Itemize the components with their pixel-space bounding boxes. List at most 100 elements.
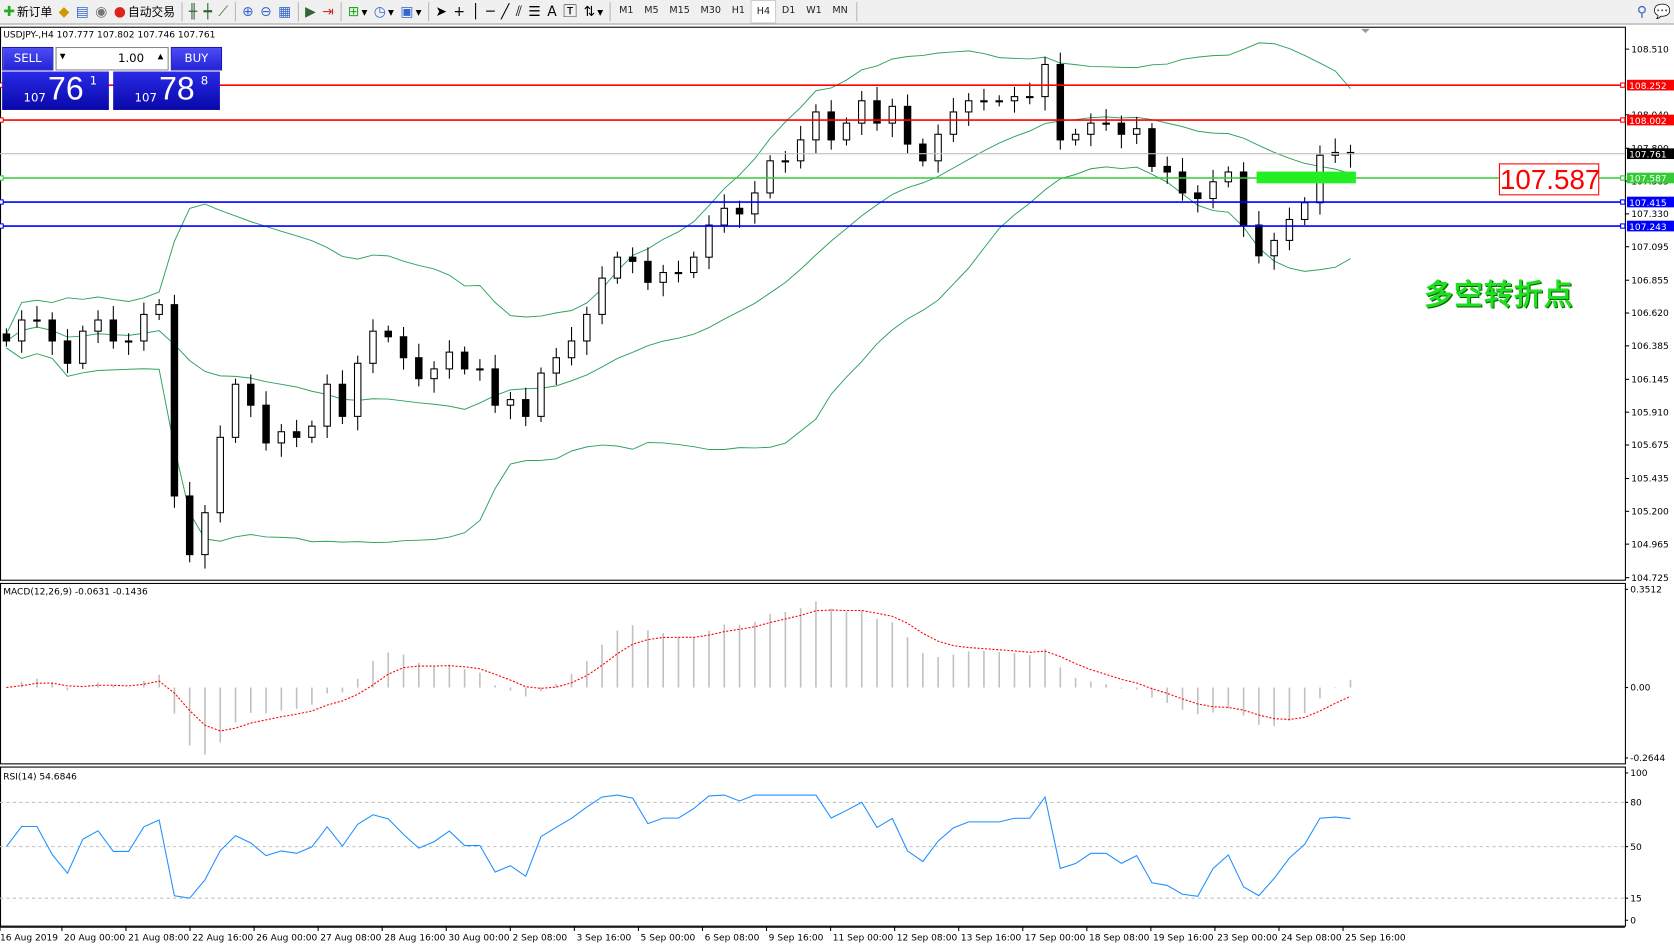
candle-body	[1209, 181, 1217, 200]
candle-body	[1056, 63, 1065, 141]
candlestick-button[interactable]: ┿	[200, 1, 215, 22]
time-label: 11 Sep 00:00	[833, 934, 894, 944]
periods-button[interactable]: ◷ ▾	[371, 1, 398, 22]
time-label: 18 Sep 08:00	[1089, 934, 1150, 944]
metaeditor-button[interactable]: ◆	[55, 1, 72, 22]
candle-body	[277, 431, 286, 444]
candle-body	[1163, 165, 1171, 173]
arrows-button[interactable]: ⇅ ▾	[580, 1, 606, 22]
time-label: 28 Aug 16:00	[384, 934, 445, 944]
line-handle[interactable]	[0, 175, 4, 181]
timeframe-m30[interactable]: M30	[695, 0, 726, 21]
indicators-button[interactable]: ⊞ ▾	[344, 1, 370, 22]
candle-body	[1300, 202, 1309, 221]
line-handle[interactable]	[1620, 117, 1626, 123]
horizontal-line-button[interactable]: ─	[483, 1, 498, 22]
auto-trading-icon: ●	[113, 3, 126, 20]
chart-window[interactable]: 108.510108.040107.800107.565107.330107.0…	[0, 25, 1674, 950]
timeframe-h4[interactable]: H4	[750, 0, 777, 24]
candle-body	[1148, 128, 1156, 167]
timeframe-h1[interactable]: H1	[726, 0, 750, 21]
increase-lot-icon[interactable]: ▲	[158, 52, 164, 61]
diamond-icon: ◆	[58, 3, 70, 20]
candle-body	[353, 362, 362, 417]
chart-shift-marker[interactable]	[1361, 28, 1370, 34]
candle-body	[292, 431, 301, 438]
timeframe-w1[interactable]: W1	[801, 0, 827, 21]
ask-price[interactable]: 107 78 8	[113, 71, 220, 110]
timeframe-m1[interactable]: M1	[614, 0, 639, 21]
bid-price[interactable]: 107 76 1	[2, 71, 109, 110]
candle-body	[1285, 218, 1294, 241]
price-level-label: 108.252	[1629, 82, 1666, 92]
horizontal-line-icon: ─	[486, 3, 495, 20]
text-label-icon: 🅃	[563, 3, 578, 20]
time-label: 5 Sep 00:00	[641, 934, 696, 944]
buy-button[interactable]: BUY	[170, 46, 223, 71]
decrease-lot-icon[interactable]: ▼	[60, 52, 66, 61]
candle-body	[1194, 192, 1202, 200]
price-annotation-label[interactable]: 107.587	[1498, 163, 1600, 196]
turning-zone-rectangle[interactable]	[1256, 171, 1356, 184]
rsi-tick-label: 80	[1630, 799, 1642, 809]
bar-chart-button[interactable]: ╫	[186, 1, 201, 22]
separator	[340, 2, 342, 22]
timeframe-m5[interactable]: M5	[639, 0, 664, 21]
candle-body	[613, 256, 622, 279]
candle-body	[659, 272, 667, 283]
turning-point-annotation[interactable]: 多空转折点	[1424, 271, 1573, 313]
candle-body	[369, 330, 377, 364]
line-handle[interactable]	[0, 199, 4, 205]
fibonacci-button[interactable]: ☰	[525, 1, 544, 22]
timeframe-m15[interactable]: M15	[664, 0, 695, 21]
candle-body	[323, 383, 331, 427]
time-label: 25 Sep 16:00	[1345, 934, 1406, 944]
candle-body	[934, 133, 942, 162]
candle-body	[598, 277, 606, 315]
chart-canvas[interactable]: 108.510108.040107.800107.565107.330107.0…	[0, 25, 1674, 950]
line-handle[interactable]	[1620, 199, 1626, 205]
mt4-window: ✚ 新订单 ◆ ▤ ◉ ● 自动交易 ╫ ┿ ⟋ ⊕ ⊖ ▦ ▶ ⇥ ⊞ ▾ ◷ ▾ ▣…	[0, 0, 1674, 950]
timeframe-mn[interactable]: MN	[827, 0, 853, 21]
text-label-button[interactable]: 🅃	[560, 1, 580, 22]
line-handle[interactable]	[1620, 175, 1626, 181]
timeframe-d1[interactable]: D1	[777, 0, 801, 21]
candle-body	[48, 319, 56, 342]
line-chart-button[interactable]: ⟋	[215, 1, 231, 22]
macd-pane	[0, 582, 1626, 765]
candle-body	[1071, 133, 1080, 141]
line-handle[interactable]	[1620, 82, 1626, 88]
channel-button[interactable]: ⫽	[513, 1, 526, 22]
zoom-in-button[interactable]: ⊕	[239, 1, 257, 22]
vertical-line-button[interactable]: │	[468, 1, 483, 22]
time-label: 20 Aug 00:00	[64, 934, 125, 944]
new-order-button[interactable]: ✚ 新订单	[0, 1, 55, 22]
autoscroll-button[interactable]: ▶	[302, 1, 319, 22]
sell-button[interactable]: SELL	[2, 46, 54, 71]
auto-trading-button[interactable]: ● 自动交易	[111, 1, 179, 22]
signals-button[interactable]: ◉	[92, 1, 111, 22]
line-handle[interactable]	[0, 223, 4, 229]
chart-shift-button[interactable]: ⇥	[319, 1, 337, 22]
templates-button[interactable]: ▣ ▾	[397, 1, 425, 22]
separator	[234, 2, 236, 22]
search-button[interactable]: ⚲	[1634, 1, 1651, 22]
time-label: 12 Sep 08:00	[897, 934, 958, 944]
tile-windows-button[interactable]: ▦	[275, 1, 295, 22]
crosshair-button[interactable]: +	[450, 1, 468, 22]
lot-input[interactable]: 1.00	[118, 51, 144, 65]
line-handle[interactable]	[1620, 223, 1626, 229]
chat-button[interactable]: 💬	[1650, 1, 1674, 22]
cursor-button[interactable]: ➤	[432, 1, 450, 22]
line-handle[interactable]	[0, 117, 4, 123]
macd-tick-label: 0.3512	[1630, 586, 1662, 596]
candle-body	[1010, 96, 1019, 102]
text-button[interactable]: A	[544, 1, 560, 22]
price-tick-label: 105.910	[1631, 408, 1669, 418]
time-label: 22 Aug 16:00	[192, 934, 253, 944]
terminal-button[interactable]: ▤	[72, 1, 92, 22]
candle-body	[552, 357, 561, 374]
trendline-button[interactable]: ╱	[498, 1, 513, 22]
zoom-out-button[interactable]: ⊖	[257, 1, 275, 22]
candle-body	[216, 436, 224, 514]
